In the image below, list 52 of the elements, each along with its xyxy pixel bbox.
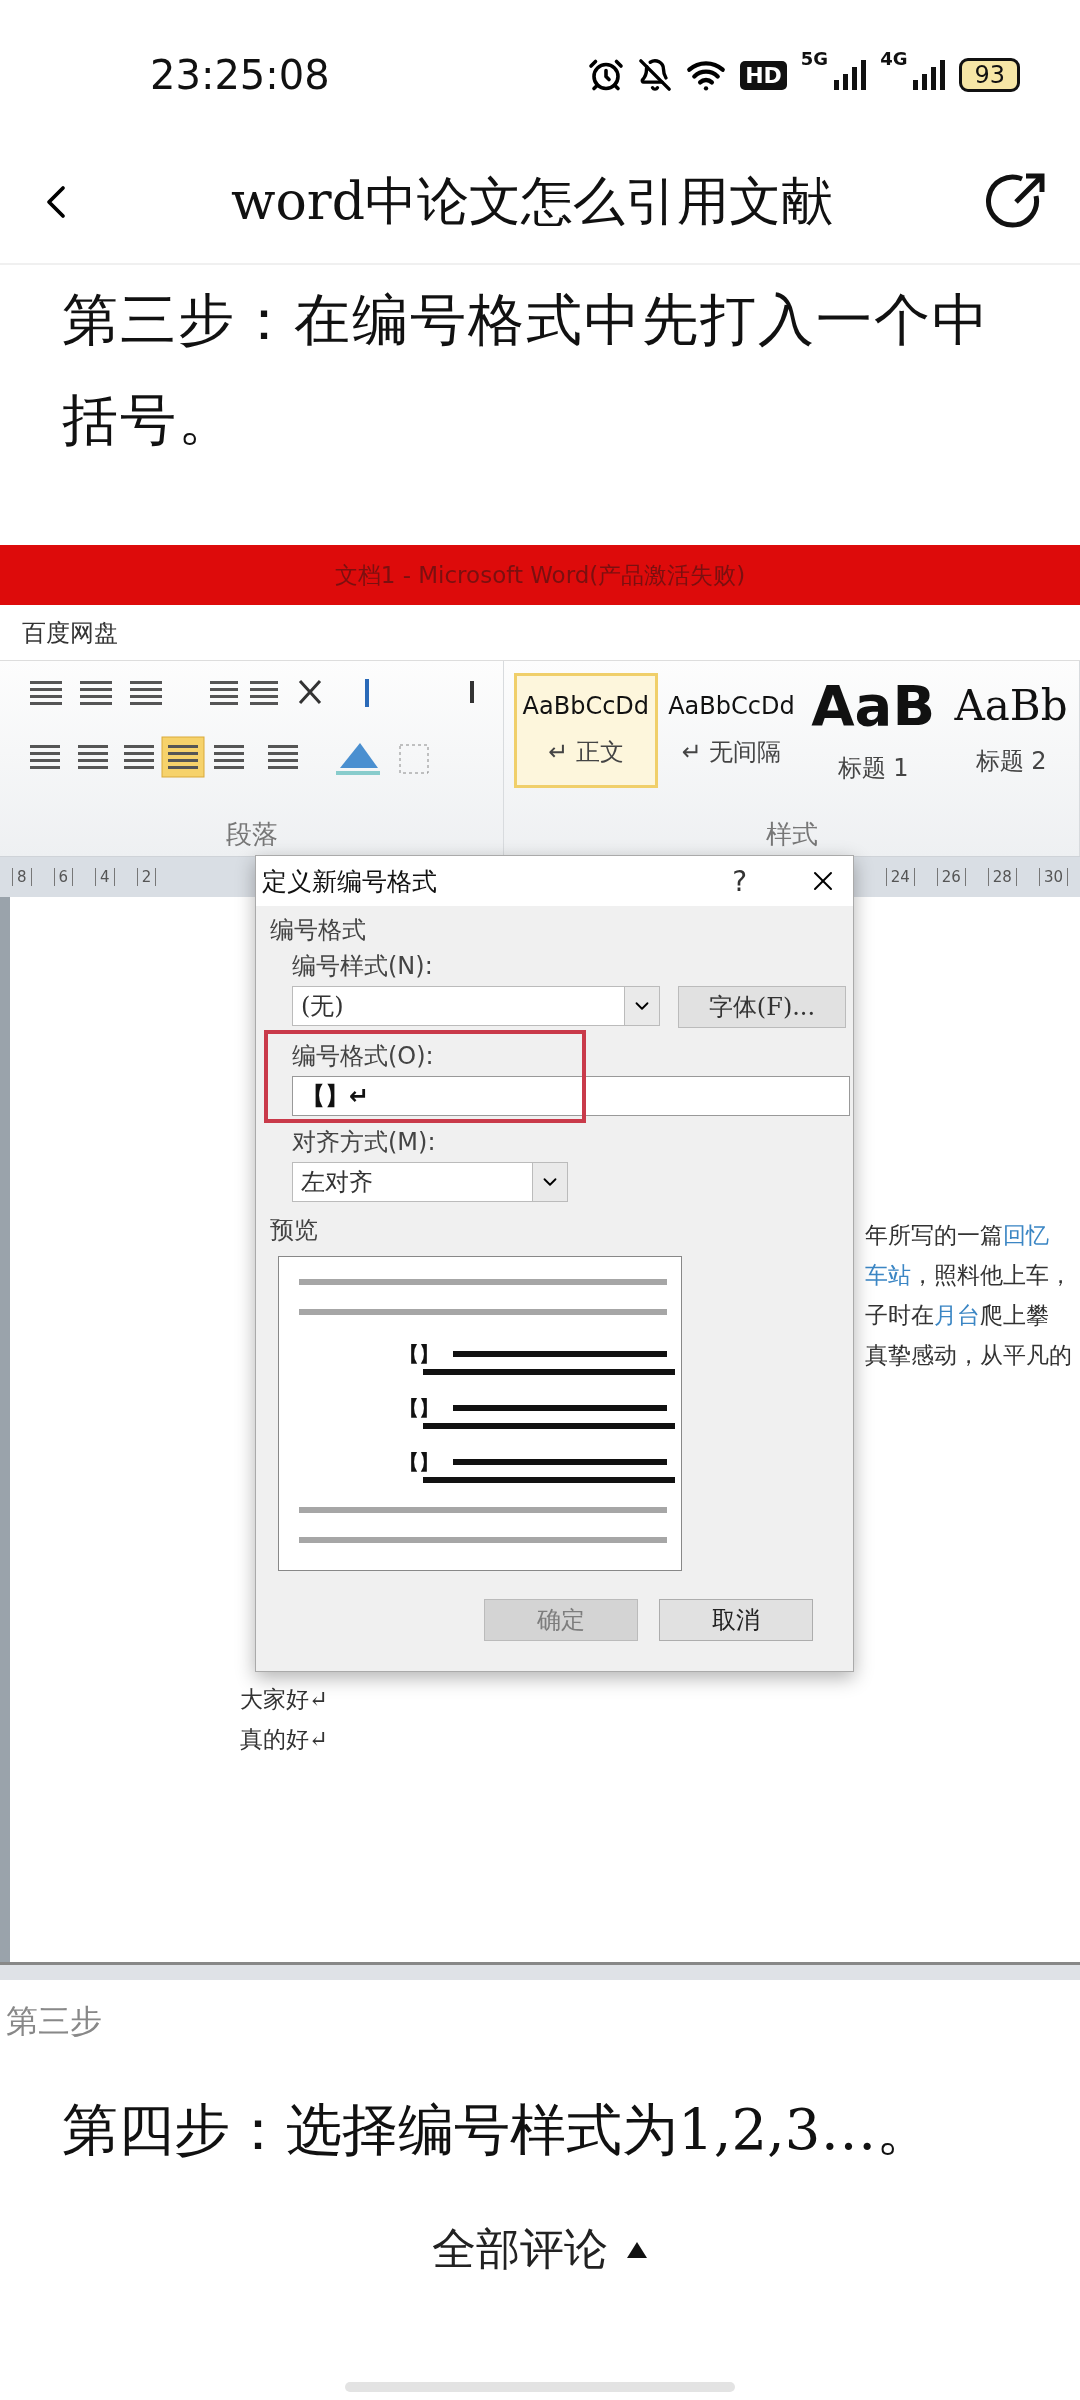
preview-marker: 【】 [399,1394,439,1422]
image-caption: 第三步 [5,2001,103,2042]
number-style-dropdown[interactable]: (无) [292,986,660,1026]
ruler-number: 28 [987,868,1017,886]
font-button[interactable]: 字体(F)... [678,986,846,1028]
mute-icon [638,58,673,92]
group-label: 段落 [224,818,279,851]
ruler-number: 8 [12,868,32,886]
ruler-number: 26 [936,868,966,886]
document-line: 子时在月台爬上攀 [865,1301,1050,1330]
preview-marker: 【】 [399,1448,439,1476]
battery-indicator: 93 [959,58,1020,92]
menu-item[interactable]: 百度网盘 [22,616,118,649]
document-line: 年所写的一篇回忆 [865,1221,1050,1250]
document-line: 大家好↵ [240,1685,329,1714]
page-title: word中论文怎么引用文献 [230,169,834,233]
preview-marker: 【】 [399,1340,439,1368]
status-time: 23:25:08 [150,52,330,98]
document-line: 车站，照料他上车， [865,1261,1073,1290]
alarm-icon [588,57,625,93]
signal-icon [832,58,867,92]
hd-badge: HD [740,60,787,90]
network-label: 5G [800,48,829,69]
ruler-number: 30 [1038,868,1068,886]
field-label: 编号样式(N): [291,951,434,982]
style-option[interactable]: AaB 标题 1 [805,673,942,788]
dialog-title: 定义新编号格式 [262,865,437,898]
group-label: 样式 [764,818,819,851]
alignment-dropdown[interactable]: 左对齐 [292,1162,568,1202]
style-option[interactable]: AaBbCcDd ↵ 无间隔 [659,673,804,788]
ruler-number: 24 [885,868,915,886]
step-text: 第四步：选择编号样式为1,2,3…。 [61,2096,934,2164]
style-option[interactable]: AaBb 标题 2 [943,673,1079,788]
network-label: 4G [880,48,908,69]
section-label: 预览 [270,1215,319,1246]
ruler-number: 4 [95,868,115,886]
ruler-number: 2 [136,868,157,886]
field-label: 编号格式(O): [291,1041,435,1072]
triangle-icon [626,2240,648,2259]
comments-toggle[interactable]: 全部评论 [432,2220,648,2279]
style-option[interactable]: AaBbCcDd ↵ 正文 [514,673,658,788]
dialog-button[interactable]: 取消 [659,1599,813,1641]
document-line: 真的好↵ [240,1725,329,1754]
help-button[interactable]: ? [732,864,747,898]
ruler-number: 6 [53,868,74,886]
signal-icon [911,58,946,92]
window-title: 文档1 - Microsoft Word(产品激活失败) [0,545,1080,605]
section-label: 编号格式 [270,915,367,946]
field-label: 对齐方式(M): [291,1127,437,1158]
number-format-field[interactable]: 【】↵ [292,1076,850,1116]
document-line: 真挚感动，从平凡的 [865,1341,1073,1370]
step-text: 第三步：在编号格式中先打入一个中括号。 [61,286,991,454]
